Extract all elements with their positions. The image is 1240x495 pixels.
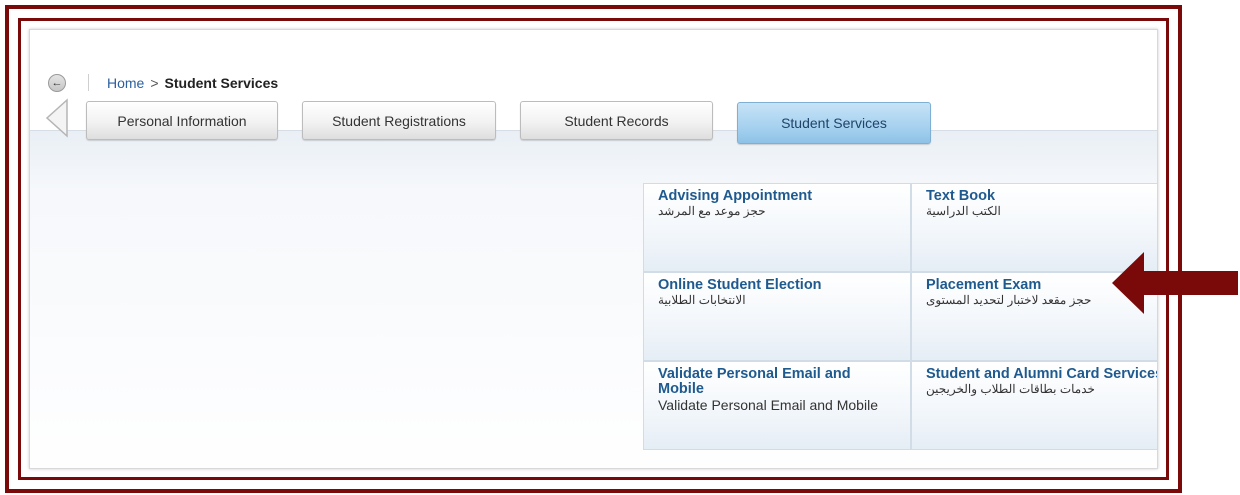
service-title: Validate Personal Email and Mobile (658, 366, 851, 397)
breadcrumb-divider (88, 74, 89, 91)
service-subtitle: خدمات بطاقات الطلاب والخريجين (926, 382, 1095, 396)
service-title: Student and Alumni Card Services (926, 366, 1158, 382)
breadcrumb-current: Student Services (164, 75, 279, 91)
pointer-arrow (1112, 252, 1238, 314)
service-title: Advising Appointment (658, 188, 813, 204)
frame-gap: ← Home > Student Services Personal Informa… (14, 14, 1173, 484)
service-subtitle: الكتب الدراسية (926, 204, 1001, 218)
highlight-frame: ← Home > Student Services Personal Informa… (5, 5, 1182, 493)
service-validate-email-mobile[interactable]: Validate Personal Email and Mobile Valid… (643, 361, 911, 450)
scroll-left-icon[interactable] (43, 98, 71, 138)
tab-personal-information[interactable]: Personal Information (86, 101, 278, 140)
tab-student-records[interactable]: Student Records (520, 101, 713, 140)
service-title: Text Book (926, 188, 996, 204)
service-subtitle: الانتخابات الطلابية (658, 293, 746, 307)
services-grid: Advising Appointment حجز موعد مع المرشد … (643, 183, 1158, 453)
breadcrumb: Home > Student Services (107, 75, 278, 91)
breadcrumb-home-link[interactable]: Home (107, 75, 144, 91)
app-screen: ← Home > Student Services Personal Informa… (29, 29, 1158, 469)
service-subtitle: Validate Personal Email and Mobile (658, 397, 878, 413)
frame-inner: ← Home > Student Services Personal Informa… (18, 18, 1169, 480)
service-subtitle: حجز موعد مع المرشد (658, 204, 766, 218)
back-arrow-icon[interactable]: ← (48, 74, 66, 92)
tab-student-services[interactable]: Student Services (737, 102, 931, 144)
service-online-student-election[interactable]: Online Student Election الانتخابات الطلا… (643, 272, 911, 361)
service-student-alumni-card[interactable]: Student and Alumni Card Services خدمات ب… (911, 361, 1158, 450)
breadcrumb-separator: > (150, 75, 159, 91)
service-title: Online Student Election (658, 277, 822, 293)
service-advising-appointment[interactable]: Advising Appointment حجز موعد مع المرشد (643, 183, 911, 272)
tab-student-registrations[interactable]: Student Registrations (302, 101, 496, 140)
